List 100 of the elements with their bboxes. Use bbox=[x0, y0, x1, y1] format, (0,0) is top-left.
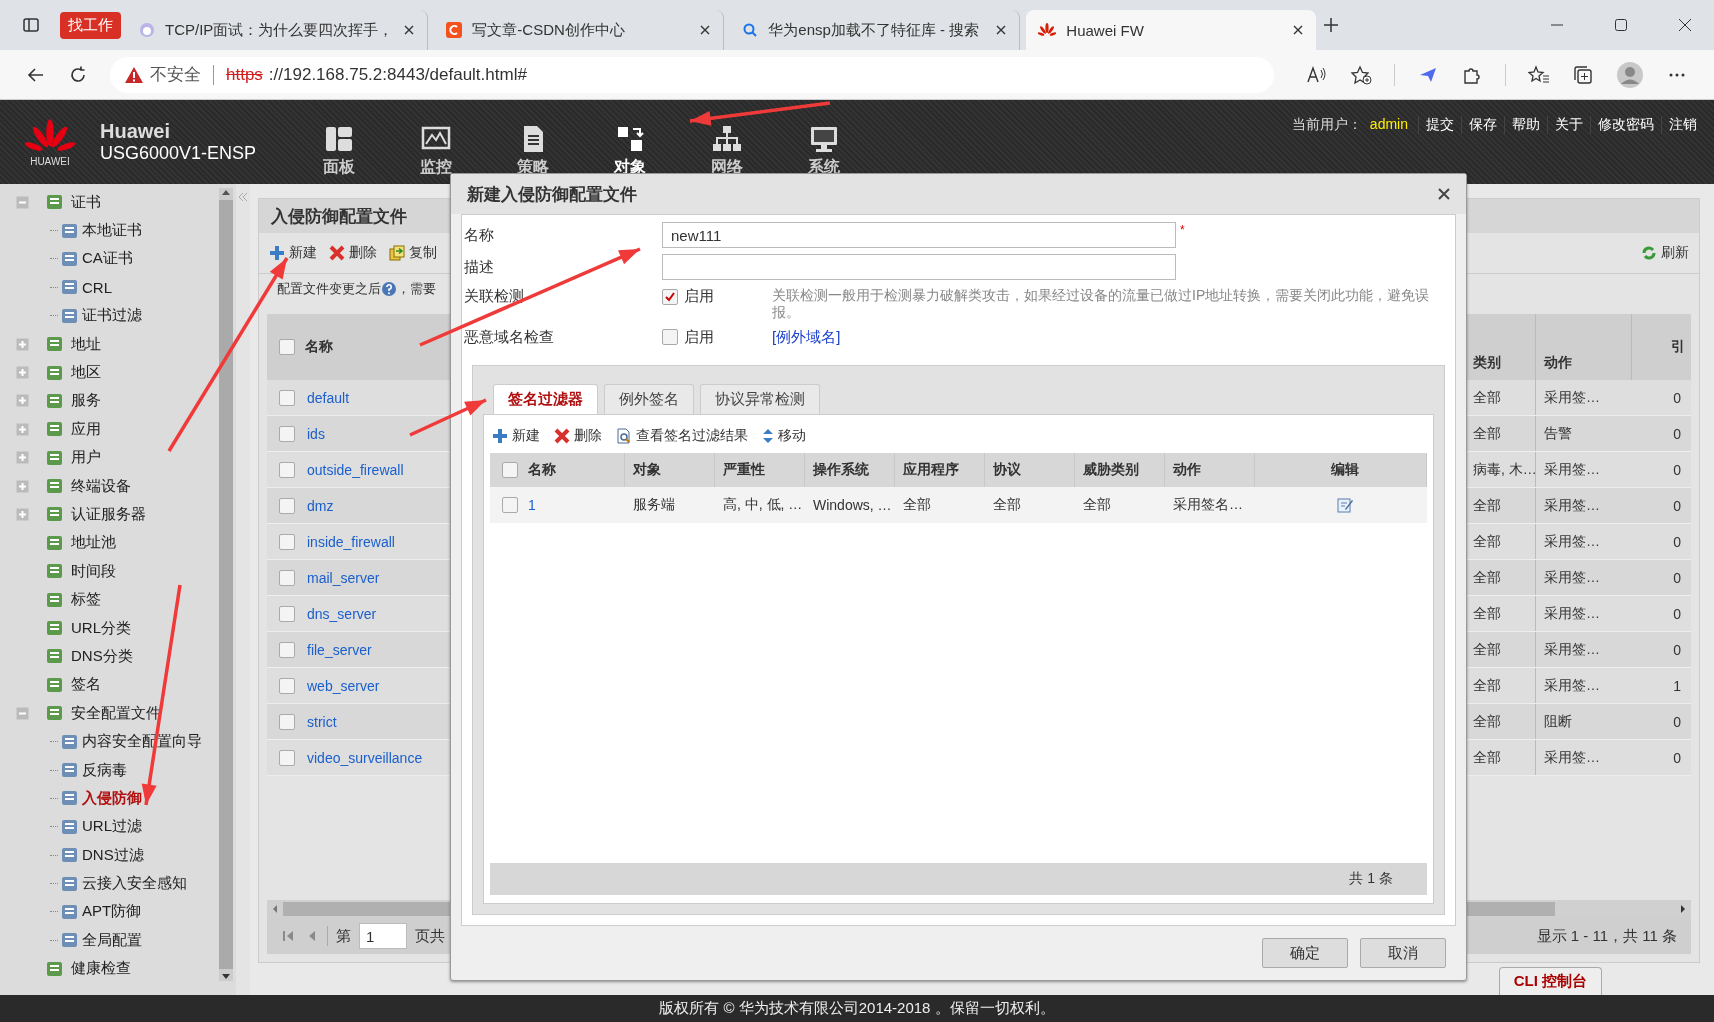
expander-icon[interactable] bbox=[16, 451, 29, 465]
tab[interactable]: 例外签名 bbox=[604, 384, 694, 414]
tab[interactable]: 协议异常检测 bbox=[700, 384, 820, 414]
header-link[interactable]: 注销 bbox=[1661, 116, 1704, 134]
tree-item[interactable]: 终端设备 bbox=[71, 476, 131, 496]
checkbox[interactable] bbox=[279, 461, 295, 478]
edit-icon[interactable] bbox=[1336, 496, 1354, 514]
checkbox[interactable] bbox=[502, 462, 518, 478]
scrollbar[interactable] bbox=[219, 188, 233, 981]
header-link[interactable]: 关于 bbox=[1547, 116, 1590, 134]
profile-link[interactable]: dmz bbox=[307, 497, 334, 514]
expander-icon[interactable] bbox=[16, 366, 29, 380]
maximize-icon[interactable] bbox=[1614, 18, 1628, 32]
profile-link[interactable]: inside_firewall bbox=[307, 533, 395, 550]
page-field[interactable]: 1 bbox=[359, 923, 407, 949]
header-link[interactable]: 修改密码 bbox=[1590, 116, 1661, 134]
toolbar-button[interactable]: 复制 bbox=[387, 244, 439, 262]
expander-icon[interactable] bbox=[16, 337, 29, 351]
browser-tab[interactable]: Huawei FW bbox=[1026, 10, 1317, 50]
tree-item[interactable]: 地址池 bbox=[71, 533, 116, 553]
close-icon[interactable] bbox=[403, 24, 416, 36]
tree-item[interactable]: 全局配置 bbox=[82, 930, 142, 950]
favorites-icon[interactable] bbox=[1528, 64, 1550, 85]
tree-item[interactable]: 云接入安全感知 bbox=[82, 874, 187, 894]
expander-icon[interactable] bbox=[16, 422, 29, 436]
header-link[interactable]: 保存 bbox=[1461, 116, 1504, 134]
tree-item[interactable]: DNS分类 bbox=[71, 646, 133, 666]
profile-link[interactable]: strict bbox=[307, 713, 337, 730]
checkbox[interactable] bbox=[279, 533, 295, 550]
tree-item[interactable]: 签名 bbox=[71, 675, 101, 695]
profile-link[interactable]: ids bbox=[307, 425, 325, 442]
exception-domain-link[interactable]: [例外域名] bbox=[772, 327, 841, 347]
toolbar-button[interactable]: 新建 bbox=[490, 427, 542, 445]
nav-tab[interactable]: 策略 bbox=[484, 106, 582, 178]
tree-item[interactable]: 入侵防御 bbox=[82, 788, 142, 808]
tree-item[interactable]: 标签 bbox=[71, 590, 101, 610]
expander-icon[interactable] bbox=[16, 706, 29, 720]
tree-item[interactable]: 健康检查 bbox=[71, 959, 131, 979]
tree-item[interactable]: URL分类 bbox=[71, 618, 131, 638]
tree-item[interactable]: 证书 bbox=[71, 192, 101, 212]
checkbox[interactable] bbox=[279, 749, 295, 766]
expander-icon[interactable] bbox=[16, 394, 29, 408]
profile-link[interactable]: dns_server bbox=[307, 605, 377, 622]
checkbox[interactable] bbox=[279, 339, 295, 355]
tree-item[interactable]: 地区 bbox=[71, 363, 101, 383]
scroll-right-icon[interactable] bbox=[1679, 904, 1687, 914]
checkbox[interactable] bbox=[662, 329, 678, 345]
star-add-icon[interactable] bbox=[1350, 64, 1372, 85]
profile-link[interactable]: web_server bbox=[307, 677, 380, 694]
collapse-icon[interactable] bbox=[238, 192, 248, 202]
checkbox[interactable] bbox=[279, 497, 295, 514]
dialog-button[interactable]: 取消 bbox=[1360, 938, 1446, 968]
address-bar[interactable]: 不安全 https ://192.168.75.2:8443/default.html# bbox=[110, 56, 1274, 93]
new-tab-icon[interactable] bbox=[1322, 16, 1341, 34]
profile-link[interactable]: file_server bbox=[307, 641, 372, 658]
tree-item[interactable]: 用户 bbox=[71, 448, 101, 468]
tree-item[interactable]: URL过滤 bbox=[82, 817, 142, 837]
nav-tab[interactable]: 对象 bbox=[581, 106, 679, 178]
tree-item[interactable]: 应用 bbox=[71, 419, 101, 439]
tree-item[interactable]: 证书过滤 bbox=[82, 306, 142, 326]
close-icon[interactable] bbox=[1292, 24, 1305, 36]
checkbox[interactable] bbox=[279, 677, 295, 694]
dialog-button[interactable]: 确定 bbox=[1262, 938, 1348, 968]
header-link[interactable]: 提交 bbox=[1418, 116, 1461, 134]
read-aloud-icon[interactable] bbox=[1306, 64, 1328, 85]
tree-item[interactable]: APT防御 bbox=[82, 902, 142, 922]
tree-item[interactable]: CA证书 bbox=[82, 249, 133, 269]
tree-item[interactable]: 本地证书 bbox=[82, 221, 142, 241]
toolbar-button[interactable]: 查看签名过滤结果 bbox=[614, 427, 750, 445]
scroll-left-icon[interactable] bbox=[271, 904, 279, 914]
help-icon[interactable] bbox=[381, 281, 397, 297]
nav-tab[interactable]: 面板 bbox=[290, 106, 388, 178]
checkbox[interactable] bbox=[279, 605, 295, 622]
expander-icon[interactable] bbox=[16, 479, 29, 493]
close-icon[interactable] bbox=[1678, 18, 1692, 32]
checkbox[interactable] bbox=[279, 569, 295, 586]
nav-tab[interactable]: 网络 bbox=[678, 106, 776, 178]
close-icon[interactable] bbox=[699, 24, 712, 36]
close-icon[interactable] bbox=[1438, 188, 1450, 200]
tab-actions-icon[interactable] bbox=[22, 16, 40, 34]
toolbar-button[interactable]: 删除 bbox=[552, 427, 604, 445]
header-link[interactable]: 帮助 bbox=[1504, 116, 1547, 134]
collections-icon[interactable] bbox=[1572, 64, 1594, 85]
profile-link[interactable]: mail_server bbox=[307, 569, 380, 586]
tree-item[interactable]: 反病毒 bbox=[82, 760, 127, 780]
toolbar-button[interactable]: 新建 bbox=[267, 244, 319, 262]
tree-item[interactable]: 安全配置文件 bbox=[71, 703, 161, 723]
profile-link[interactable]: outside_firewall bbox=[307, 461, 404, 478]
checkbox[interactable] bbox=[662, 288, 678, 305]
checkbox[interactable] bbox=[279, 425, 295, 442]
expander-icon[interactable] bbox=[16, 195, 29, 209]
toolbar-button[interactable]: 移动 bbox=[760, 427, 808, 445]
scroll-up-icon[interactable] bbox=[221, 188, 231, 196]
tree-item[interactable]: DNS过滤 bbox=[82, 845, 144, 865]
profile-link[interactable]: video_surveillance bbox=[307, 749, 423, 766]
checkbox[interactable] bbox=[502, 497, 518, 513]
tab-group-label[interactable]: 找工作 bbox=[60, 11, 121, 39]
description-field[interactable] bbox=[662, 254, 1176, 280]
tree-item[interactable]: 认证服务器 bbox=[71, 505, 146, 524]
toolbar-button[interactable]: 删除 bbox=[327, 244, 379, 262]
